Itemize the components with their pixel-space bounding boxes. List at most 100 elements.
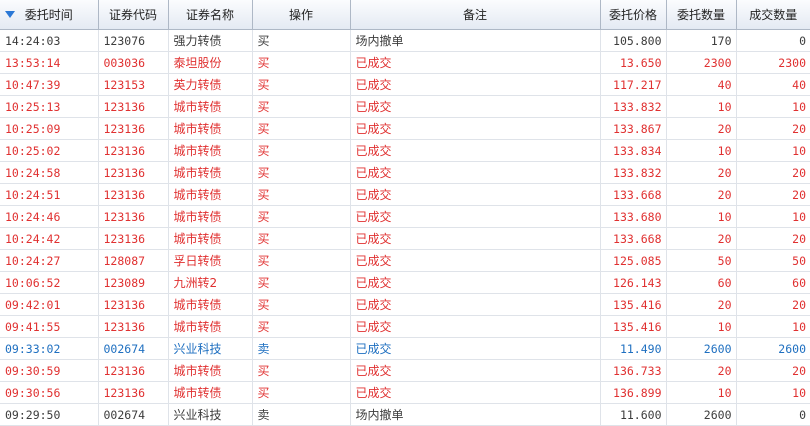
cell-filled: 10 xyxy=(736,95,810,118)
cell-quantity: 170 xyxy=(666,29,737,52)
cell-code: 123136 xyxy=(98,117,169,140)
cell-quantity: 20 xyxy=(666,183,737,206)
cell-note: 已成交 xyxy=(350,73,601,96)
cell-note: 已成交 xyxy=(350,249,601,272)
table-row[interactable]: 10:25:13 123136 城市转债买已成交 133.832 10 10 xyxy=(0,95,810,118)
cell-quantity: 20 xyxy=(666,359,737,382)
col-header-price[interactable]: 委托价格 xyxy=(600,0,667,30)
cell-name: 城市转债 xyxy=(168,117,253,140)
table-row[interactable]: 10:24:42 123136 城市转债买已成交 133.668 20 20 xyxy=(0,227,810,250)
cell-quantity: 20 xyxy=(666,117,737,140)
cell-filled: 20 xyxy=(736,293,810,316)
cell-note: 已成交 xyxy=(350,227,601,250)
cell-filled: 2300 xyxy=(736,51,810,74)
col-header-code[interactable]: 证券代码 xyxy=(98,0,169,30)
cell-filled: 10 xyxy=(736,381,810,404)
cell-name: 城市转债 xyxy=(168,205,253,228)
cell-quantity: 20 xyxy=(666,293,737,316)
cell-filled: 40 xyxy=(736,73,810,96)
table-row[interactable]: 09:29:50 002674 兴业科技卖场内撤单 11.600 2600 0 xyxy=(0,403,810,426)
cell-filled: 50 xyxy=(736,249,810,272)
cell-price: 13.650 xyxy=(600,51,667,74)
cell-time: 10:24:46 xyxy=(0,205,99,228)
cell-code: 123136 xyxy=(98,161,169,184)
cell-operation: 买 xyxy=(252,271,351,294)
table-row[interactable]: 09:30:59 123136 城市转债买已成交 136.733 20 20 xyxy=(0,359,810,382)
cell-time: 09:41:55 xyxy=(0,315,99,338)
cell-code: 123136 xyxy=(98,381,169,404)
table-row[interactable]: 09:30:56 123136 城市转债买已成交 136.899 10 10 xyxy=(0,381,810,404)
cell-name: 城市转债 xyxy=(168,381,253,404)
cell-quantity: 50 xyxy=(666,249,737,272)
table-row[interactable]: 13:53:14 003036 泰坦股份买已成交 13.650 2300 2300 xyxy=(0,51,810,74)
cell-note: 已成交 xyxy=(350,381,601,404)
cell-filled: 60 xyxy=(736,271,810,294)
table-row[interactable]: 09:41:55 123136 城市转债买已成交 135.416 10 10 xyxy=(0,315,810,338)
table-row[interactable]: 10:06:52 123089 九洲转2 买已成交 126.143 60 60 xyxy=(0,271,810,294)
table-row[interactable]: 10:47:39 123153 英力转债买已成交 117.217 40 40 xyxy=(0,73,810,96)
cell-operation: 卖 xyxy=(252,337,351,360)
table-row[interactable]: 10:24:51 123136 城市转债买已成交 133.668 20 20 xyxy=(0,183,810,206)
col-header-operation[interactable]: 操作 xyxy=(252,0,351,30)
cell-name: 城市转债 xyxy=(168,183,253,206)
table-row[interactable]: 09:33:02 002674 兴业科技卖已成交 11.490 2600 2600 xyxy=(0,337,810,360)
col-header-time[interactable]: 委托时间 xyxy=(0,0,99,30)
cell-price: 135.416 xyxy=(600,293,667,316)
table-row[interactable]: 09:42:01 123136 城市转债买已成交 135.416 20 20 xyxy=(0,293,810,316)
cell-operation: 买 xyxy=(252,315,351,338)
orders-body: 14:24:03 123076 强力转债买场内撤单 105.800 170 0 13:53:… xyxy=(0,29,810,426)
table-row[interactable]: 10:24:46 123136 城市转债买已成交 133.680 10 10 xyxy=(0,205,810,228)
col-header-time-label: 委托时间 xyxy=(24,8,73,22)
cell-note: 已成交 xyxy=(350,337,601,360)
col-header-filled[interactable]: 成交数量 xyxy=(736,0,810,30)
cell-operation: 买 xyxy=(252,249,351,272)
cell-price: 133.867 xyxy=(600,117,667,140)
cell-name: 孚日转债 xyxy=(168,249,253,272)
col-header-name[interactable]: 证券名称 xyxy=(168,0,253,30)
cell-price: 11.600 xyxy=(600,403,667,426)
cell-price: 125.085 xyxy=(600,249,667,272)
col-header-note[interactable]: 备注 xyxy=(350,0,601,30)
cell-price: 133.668 xyxy=(600,183,667,206)
cell-code: 123136 xyxy=(98,95,169,118)
cell-code: 123136 xyxy=(98,315,169,338)
cell-name: 城市转债 xyxy=(168,227,253,250)
cell-name: 城市转债 xyxy=(168,139,253,162)
table-row[interactable]: 10:24:58 123136 城市转债买已成交 133.832 20 20 xyxy=(0,161,810,184)
table-row[interactable]: 14:24:03 123076 强力转债买场内撤单 105.800 170 0 xyxy=(0,29,810,52)
cell-filled: 20 xyxy=(736,227,810,250)
header-row: 委托时间 证券代码 证券名称 操作 备注 委托价格 委托数量 成交数量 xyxy=(0,0,810,30)
cell-note: 已成交 xyxy=(350,117,601,140)
cell-filled: 20 xyxy=(736,359,810,382)
cell-filled: 20 xyxy=(736,117,810,140)
cell-name: 九洲转2 xyxy=(168,271,253,294)
cell-price: 133.668 xyxy=(600,227,667,250)
cell-code: 123153 xyxy=(98,73,169,96)
cell-time: 10:24:42 xyxy=(0,227,99,250)
table-row[interactable]: 10:24:27 128087 孚日转债买已成交 125.085 50 50 xyxy=(0,249,810,272)
cell-note: 已成交 xyxy=(350,183,601,206)
cell-time: 09:30:56 xyxy=(0,381,99,404)
cell-code: 123136 xyxy=(98,205,169,228)
cell-note: 场内撤单 xyxy=(350,403,601,426)
cell-quantity: 10 xyxy=(666,381,737,404)
cell-code: 128087 xyxy=(98,249,169,272)
col-header-quantity[interactable]: 委托数量 xyxy=(666,0,737,30)
sort-descending-icon[interactable] xyxy=(5,11,15,18)
cell-price: 133.680 xyxy=(600,205,667,228)
cell-quantity: 10 xyxy=(666,139,737,162)
cell-name: 城市转债 xyxy=(168,95,253,118)
cell-name: 城市转债 xyxy=(168,315,253,338)
cell-time: 10:24:51 xyxy=(0,183,99,206)
cell-time: 10:24:58 xyxy=(0,161,99,184)
cell-price: 133.832 xyxy=(600,95,667,118)
table-row[interactable]: 10:25:09 123136 城市转债买已成交 133.867 20 20 xyxy=(0,117,810,140)
cell-note: 已成交 xyxy=(350,139,601,162)
cell-operation: 买 xyxy=(252,95,351,118)
cell-time: 13:53:14 xyxy=(0,51,99,74)
table-row[interactable]: 10:25:02 123136 城市转债买已成交 133.834 10 10 xyxy=(0,139,810,162)
cell-price: 133.832 xyxy=(600,161,667,184)
cell-name: 兴业科技 xyxy=(168,337,253,360)
cell-operation: 买 xyxy=(252,73,351,96)
cell-filled: 0 xyxy=(736,403,810,426)
